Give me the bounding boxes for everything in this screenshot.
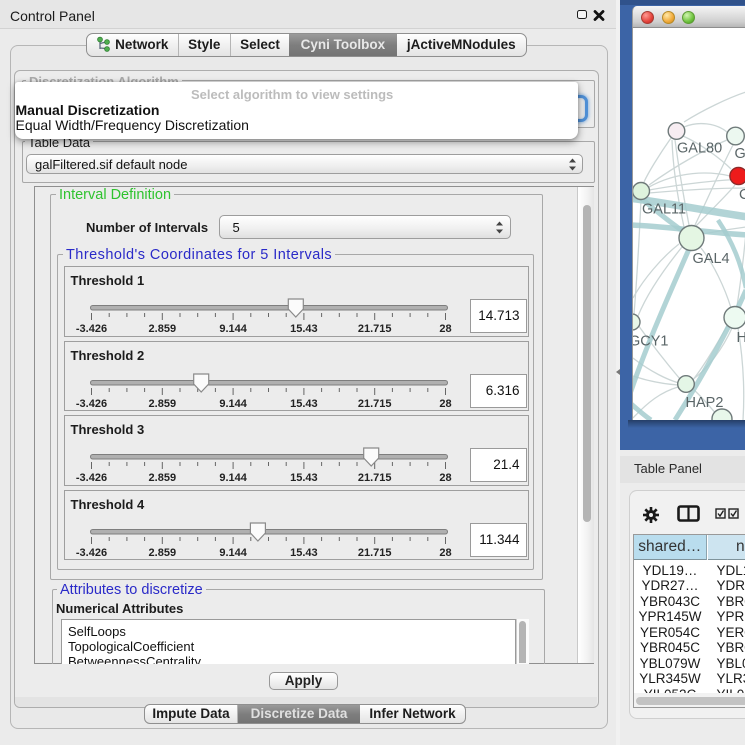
- svg-text:28: 28: [439, 323, 451, 335]
- svg-text:-3.426: -3.426: [75, 398, 106, 410]
- svg-text:-3.426: -3.426: [75, 547, 106, 559]
- svg-text:-3.426: -3.426: [75, 323, 106, 335]
- svg-text:GAL4: GAL4: [693, 251, 730, 267]
- svg-text:2.859: 2.859: [148, 547, 176, 559]
- svg-text:9.144: 9.144: [219, 398, 247, 410]
- svg-text:15.43: 15.43: [290, 547, 318, 559]
- svg-text:HAP2: HAP2: [686, 395, 724, 411]
- svg-text:28: 28: [439, 547, 451, 559]
- svg-text:2.859: 2.859: [148, 323, 176, 335]
- svg-text:9.144: 9.144: [219, 547, 247, 559]
- svg-text:C: C: [739, 187, 745, 203]
- svg-text:H: H: [737, 330, 745, 346]
- svg-text:15.43: 15.43: [290, 323, 318, 335]
- svg-text:9.144: 9.144: [219, 472, 247, 484]
- svg-text:2.859: 2.859: [148, 398, 176, 410]
- svg-text:21.715: 21.715: [357, 398, 391, 410]
- svg-text:28: 28: [439, 472, 451, 484]
- svg-text:28: 28: [439, 398, 451, 410]
- svg-text:GA: GA: [735, 146, 745, 162]
- svg-text:21.715: 21.715: [357, 472, 391, 484]
- svg-text:GCY1: GCY1: [632, 334, 669, 350]
- svg-text:GAL11: GAL11: [642, 202, 686, 218]
- svg-text:GAL80: GAL80: [677, 141, 722, 157]
- svg-text:2.859: 2.859: [148, 472, 176, 484]
- svg-text:21.715: 21.715: [357, 547, 391, 559]
- svg-text:15.43: 15.43: [290, 398, 318, 410]
- svg-text:15.43: 15.43: [290, 472, 318, 484]
- svg-text:-3.426: -3.426: [75, 472, 106, 484]
- svg-text:21.715: 21.715: [357, 323, 391, 335]
- svg-text:9.144: 9.144: [219, 323, 247, 335]
